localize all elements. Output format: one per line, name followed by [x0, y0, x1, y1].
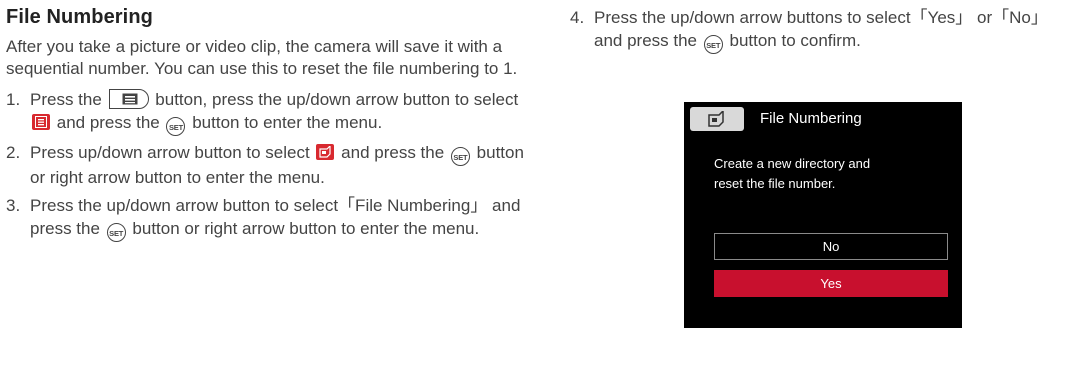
section-title: File Numbering: [6, 6, 153, 28]
option-yes[interactable]: Yes: [714, 270, 948, 297]
message-line: reset the file number.: [714, 176, 836, 191]
left-column: File Numbering After you take a picture …: [6, 4, 526, 247]
step-number: 4.: [570, 8, 585, 27]
menu-button-icon: [108, 89, 149, 109]
file-setting-tab-icon: [690, 107, 744, 131]
step-number: 3.: [6, 196, 21, 215]
set-button-icon: SET: [166, 117, 186, 136]
menu-tile-icon: [32, 114, 50, 130]
message-line: Create a new directory and: [714, 156, 871, 171]
file-setting-tile-icon: [316, 144, 335, 160]
step-2: 2. Press up/down arrow button to select …: [6, 141, 526, 189]
set-button-icon: SET: [703, 35, 723, 54]
set-button-icon: SET: [106, 223, 126, 242]
step-text: Press the: [30, 90, 102, 109]
step-text: button to confirm.: [729, 31, 861, 50]
camera-screen: File Numbering Create a new directory an…: [684, 102, 962, 328]
steps-list: 1. Press the button, press the up/down a…: [6, 88, 526, 242]
step-text: button, press the up/down arrow button t…: [155, 90, 519, 109]
step-text: button or right arrow button to enter th…: [132, 219, 480, 238]
intro-paragraph: After you take a picture or video clip, …: [6, 37, 518, 78]
screen-header: File Numbering: [688, 107, 958, 133]
step-1: 1. Press the button, press the up/down a…: [6, 88, 526, 136]
step-text: Press up/down arrow button to select: [30, 143, 310, 162]
step-text: button to enter the menu.: [192, 113, 383, 132]
option-no[interactable]: No: [714, 233, 948, 260]
step-text: and press the: [56, 113, 160, 132]
step-number: 1.: [6, 90, 21, 109]
step-text: and press the: [341, 143, 445, 162]
screen-message: Create a new directory and reset the fil…: [714, 154, 954, 194]
screen-title: File Numbering: [760, 110, 862, 127]
steps-list-continued: 4. Press the up/down arrow buttons to se…: [570, 6, 1070, 54]
set-button-icon: SET: [450, 147, 470, 166]
right-column: 4. Press the up/down arrow buttons to se…: [570, 0, 1070, 328]
step-number: 2.: [6, 143, 21, 162]
step-4: 4. Press the up/down arrow buttons to se…: [570, 6, 1070, 54]
step-3: 3. Press the up/down arrow button to sel…: [6, 194, 526, 242]
